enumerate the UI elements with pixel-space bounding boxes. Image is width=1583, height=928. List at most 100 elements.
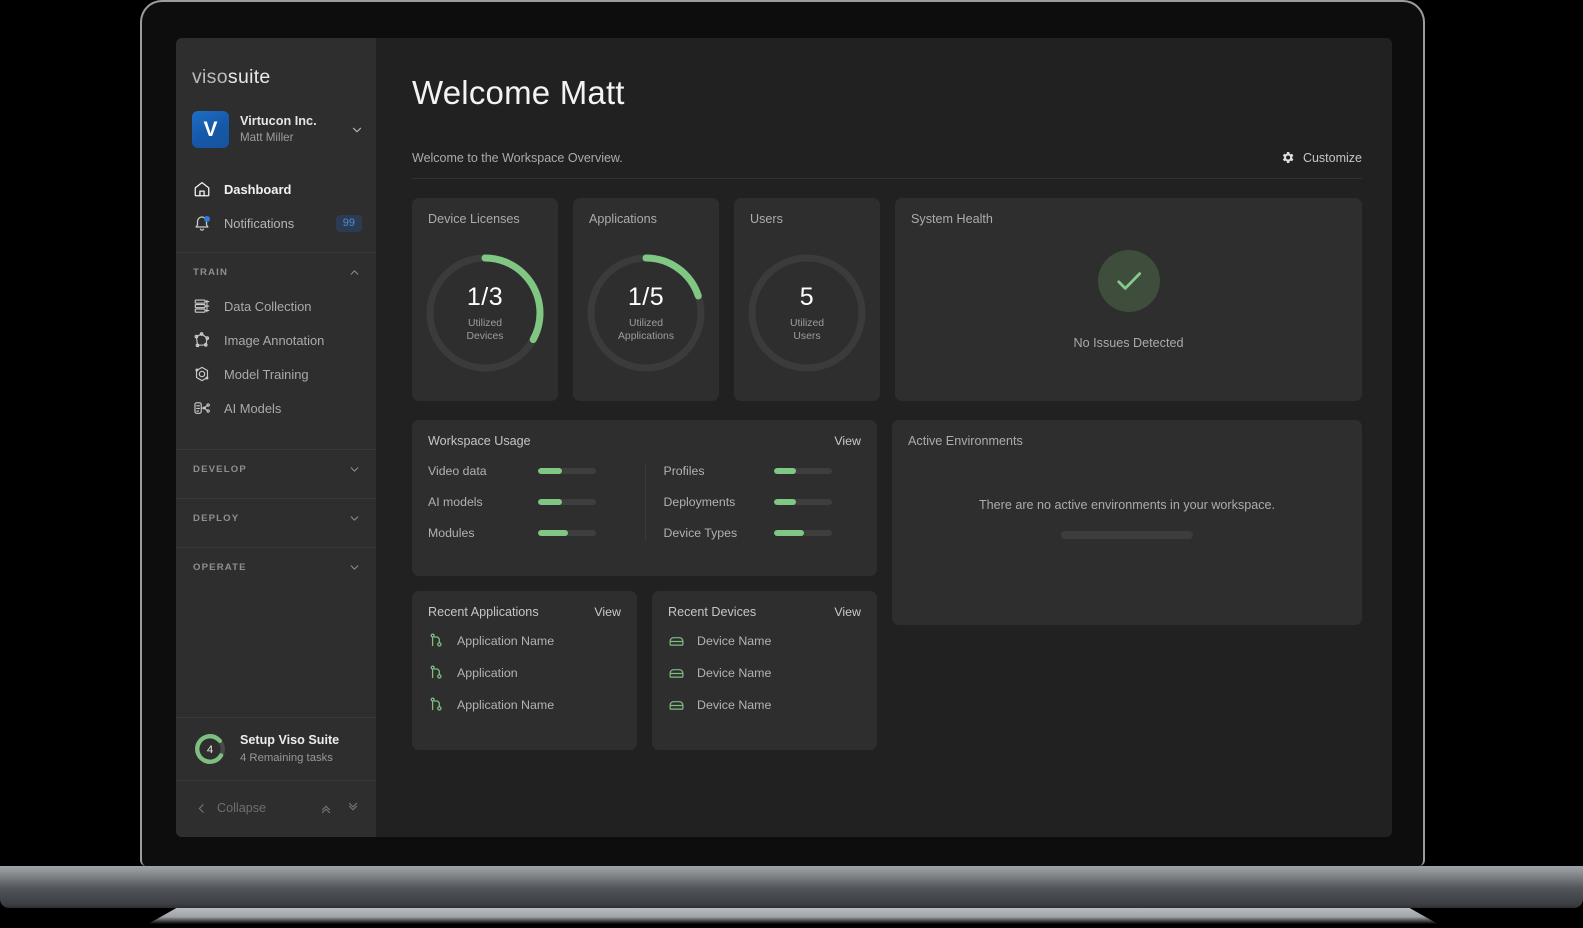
metric-caption: Utilized Applications bbox=[618, 317, 674, 343]
list-item-label: Device Name bbox=[697, 697, 772, 712]
donut-chart-users: 5 Utilized Users bbox=[745, 251, 869, 375]
usage-label: AI models bbox=[428, 495, 483, 509]
list-item[interactable]: Application Name bbox=[428, 632, 621, 649]
status-badge bbox=[1097, 250, 1160, 312]
group-header-deploy[interactable]: DEPLOY bbox=[176, 499, 376, 535]
progress-bar bbox=[538, 530, 596, 536]
metric-caption-line1: Utilized bbox=[467, 318, 503, 329]
active-environments-body: There are no active environments in your… bbox=[892, 498, 1362, 539]
metric-value: 5 bbox=[799, 283, 815, 311]
progress-fill bbox=[538, 499, 563, 505]
progress-bar bbox=[538, 499, 596, 505]
card-title: Device Licenses bbox=[428, 212, 520, 226]
sidebar-item-image-annotation[interactable]: Image Annotation bbox=[176, 323, 376, 357]
donut-chart-device-licenses: 1/3 Utilized Devices bbox=[423, 251, 547, 375]
metrics-row: Device Licenses 1/3 Utilized Devices App… bbox=[412, 198, 1362, 401]
polygon-annotation-icon bbox=[194, 332, 210, 348]
metric-caption-line2: Users bbox=[793, 331, 821, 342]
metric-card-device-licenses: Device Licenses 1/3 Utilized Devices bbox=[412, 198, 558, 401]
recent-row: Recent Applications View Application Nam… bbox=[412, 591, 877, 750]
list-item[interactable]: Application Name bbox=[428, 696, 621, 713]
metric-caption-line1: Utilized bbox=[628, 318, 664, 329]
laptop-frame: visosuite V Virtucon Inc. Matt Miller Da… bbox=[140, 0, 1425, 866]
customize-label: Customize bbox=[1302, 150, 1362, 165]
empty-state-text: There are no active environments in your… bbox=[978, 498, 1276, 512]
model-node-icon bbox=[195, 366, 209, 382]
workspace-usage-card: Workspace Usage View Video data AI model… bbox=[412, 420, 877, 576]
usage-row-profiles: Profiles bbox=[664, 464, 862, 478]
progress-bar bbox=[773, 530, 832, 536]
placeholder-bar bbox=[1061, 531, 1193, 539]
sidebar-item-data-collection[interactable]: Data Collection bbox=[176, 289, 376, 323]
group-header-operate[interactable]: OPERATE bbox=[176, 548, 376, 584]
database-stack-icon bbox=[194, 299, 210, 313]
group-label: OPERATE bbox=[193, 562, 247, 573]
group-header-develop[interactable]: DEVELOP bbox=[176, 450, 376, 486]
group-header-train[interactable]: TRAIN bbox=[176, 253, 376, 289]
usage-row: Workspace Usage View Video data AI model… bbox=[412, 420, 1362, 750]
group-items-train: Data Collection Image Annotation Model T… bbox=[176, 289, 376, 437]
card-title: Active Environments bbox=[908, 434, 1023, 448]
ai-model-icon bbox=[194, 402, 210, 414]
view-link-recent-devices[interactable]: View bbox=[834, 605, 861, 619]
collapse-sidebar-button[interactable]: Collapse bbox=[176, 781, 376, 837]
card-header: Workspace Usage View bbox=[412, 420, 877, 448]
setup-viso-suite-card[interactable]: 4 Setup Viso Suite 4 Remaining tasks bbox=[176, 717, 376, 781]
list-item[interactable]: Device Name bbox=[668, 664, 861, 681]
chevron-left-icon bbox=[198, 803, 204, 813]
org-switcher[interactable]: V Virtucon Inc. Matt Miller bbox=[176, 89, 376, 148]
chevrons-down-icon[interactable] bbox=[346, 801, 360, 815]
chevrons-up-icon[interactable] bbox=[319, 801, 333, 815]
usage-column-right: Profiles Deployments Device Types bbox=[644, 464, 862, 540]
list-item-label: Application Name bbox=[457, 697, 555, 712]
usage-row-deployments: Deployments bbox=[664, 495, 862, 509]
progress-bar bbox=[538, 468, 596, 474]
usage-label: Profiles bbox=[663, 464, 705, 478]
setup-subtitle: 4 Remaining tasks bbox=[240, 751, 333, 764]
metric-value: 1/3 bbox=[466, 283, 504, 311]
sidebar-item-ai-models[interactable]: AI Models bbox=[176, 391, 376, 425]
chevron-down-icon bbox=[352, 127, 362, 132]
view-link-workspace-usage[interactable]: View bbox=[834, 434, 861, 448]
sidebar-group-deploy: DEPLOY bbox=[176, 498, 376, 535]
customize-button[interactable]: Customize bbox=[1280, 150, 1362, 165]
collapse-arrows bbox=[319, 801, 360, 815]
usage-row-video-data: Video data bbox=[428, 464, 645, 478]
list-item[interactable]: Device Name bbox=[668, 696, 861, 713]
main-content: Welcome Matt Welcome to the Workspace Ov… bbox=[376, 38, 1392, 837]
app-logo[interactable]: visosuite bbox=[176, 38, 376, 89]
recent-devices-list: Device Name Device Name Device Name bbox=[652, 632, 877, 713]
metric-card-users: Users 5 Utilized Users bbox=[734, 198, 880, 401]
group-label: DEPLOY bbox=[193, 513, 240, 524]
logo-prefix: viso bbox=[192, 66, 228, 88]
device-icon bbox=[669, 669, 684, 678]
usage-column-left: Video data AI models Modules bbox=[428, 464, 645, 540]
view-link-recent-applications[interactable]: View bbox=[594, 605, 621, 619]
gear-icon bbox=[1282, 152, 1294, 163]
list-item[interactable]: Application bbox=[428, 664, 621, 681]
list-item-label: Device Name bbox=[697, 633, 772, 648]
card-title: Recent Devices bbox=[668, 605, 757, 619]
usage-grid: Video data AI models Modules Profiles De… bbox=[412, 464, 877, 540]
sidebar: visosuite V Virtucon Inc. Matt Miller Da… bbox=[176, 38, 376, 837]
sidebar-item-notifications[interactable]: Notifications 99 bbox=[176, 206, 376, 240]
setup-count: 4 bbox=[207, 744, 213, 756]
metric-caption: Utilized Devices bbox=[467, 317, 504, 343]
donut-center: 5 Utilized Users bbox=[745, 251, 869, 375]
git-branch-icon bbox=[430, 665, 442, 679]
progress-fill bbox=[773, 499, 796, 505]
sidebar-item-dashboard[interactable]: Dashboard bbox=[176, 172, 376, 206]
sidebar-item-model-training[interactable]: Model Training bbox=[176, 357, 376, 391]
list-item[interactable]: Device Name bbox=[668, 632, 861, 649]
usage-row-device-types: Device Types bbox=[664, 526, 862, 540]
org-text: Virtucon Inc. Matt Miller bbox=[240, 114, 339, 145]
system-health-card: System Health No Issues Detected bbox=[895, 198, 1362, 401]
chevron-down-icon bbox=[350, 467, 359, 472]
logo-suffix: suite bbox=[227, 66, 271, 88]
chevron-down-icon bbox=[350, 516, 359, 521]
sidebar-item-label: Model Training bbox=[224, 366, 309, 382]
notification-badge: 99 bbox=[335, 214, 362, 232]
git-branch-icon bbox=[430, 633, 442, 647]
card-title: System Health bbox=[911, 212, 993, 226]
